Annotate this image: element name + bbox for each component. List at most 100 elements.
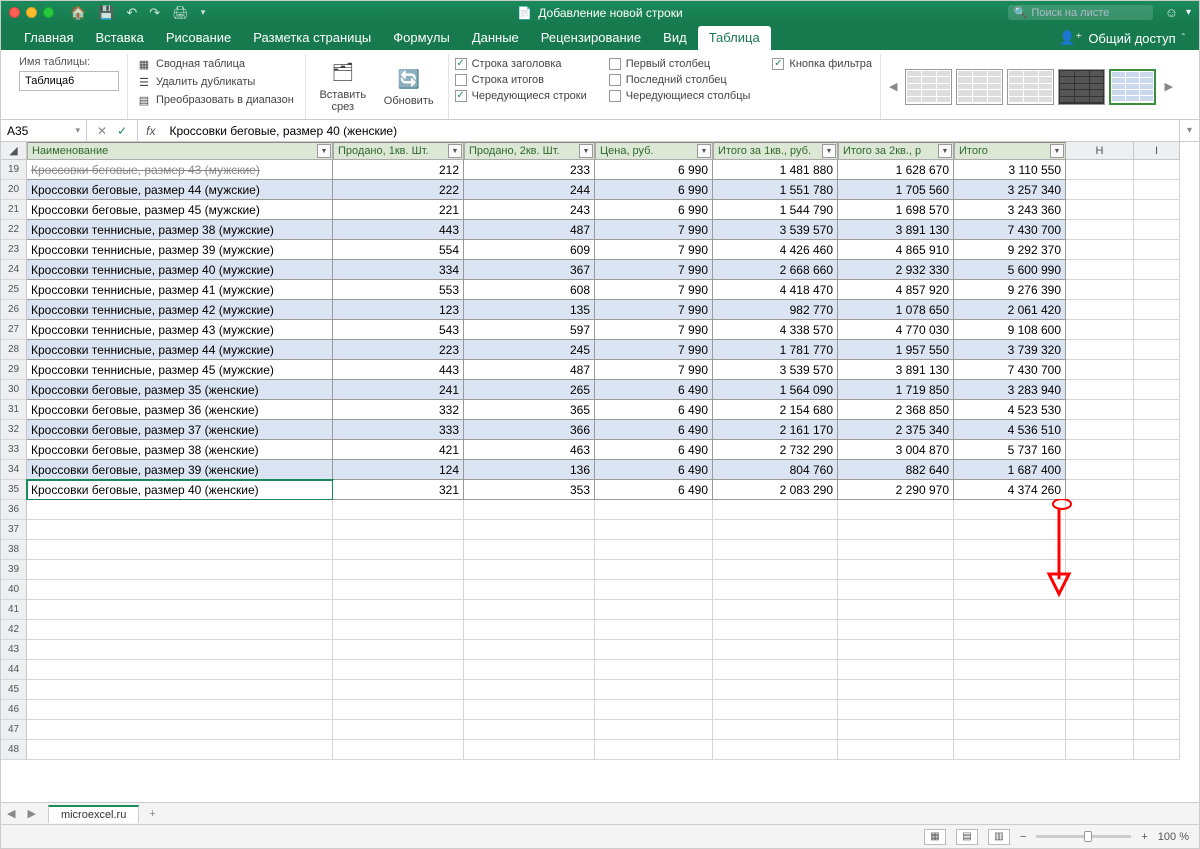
empty-cell[interactable]	[27, 740, 333, 760]
row-header[interactable]: 46	[1, 700, 27, 720]
empty-cell[interactable]	[464, 620, 595, 640]
row-header[interactable]: 36	[1, 500, 27, 520]
table-cell[interactable]: 7 990	[595, 300, 713, 320]
table-cell[interactable]: Кроссовки беговые, размер 38 (женские)	[27, 440, 333, 460]
table-cell[interactable]: Кроссовки теннисные, размер 39 (мужские)	[27, 240, 333, 260]
empty-cell[interactable]	[27, 720, 333, 740]
empty-cell[interactable]	[27, 640, 333, 660]
empty-cell[interactable]	[595, 560, 713, 580]
table-cell[interactable]: 2 375 340	[838, 420, 954, 440]
empty-cell[interactable]	[333, 580, 464, 600]
empty-cell[interactable]	[1066, 500, 1134, 520]
table-cell[interactable]: 443	[333, 360, 464, 380]
minimize-window-button[interactable]	[26, 7, 37, 18]
row-header[interactable]: 47	[1, 720, 27, 740]
table-cell[interactable]: 3 243 360	[954, 200, 1066, 220]
header-row-checkbox[interactable]: ✓Строка заголовка	[455, 57, 587, 71]
filter-button[interactable]: ▼	[697, 144, 711, 158]
banded-cols-checkbox[interactable]: Чередующиеся столбцы	[609, 89, 751, 103]
table-cell[interactable]: 487	[464, 360, 595, 380]
table-header-3[interactable]: Цена, руб.▼	[595, 142, 713, 160]
print-icon[interactable]: 🖨	[172, 5, 189, 21]
row-header[interactable]: 45	[1, 680, 27, 700]
table-cell[interactable]: 4 536 510	[954, 420, 1066, 440]
redo-icon[interactable]: ↷	[149, 5, 160, 21]
empty-cell[interactable]	[333, 600, 464, 620]
empty-cell[interactable]	[1066, 560, 1134, 580]
table-cell[interactable]: 4 857 920	[838, 280, 954, 300]
empty-cell[interactable]	[464, 680, 595, 700]
table-cell[interactable]: 7 990	[595, 340, 713, 360]
empty-cell[interactable]	[1134, 240, 1180, 260]
row-header[interactable]: 24	[1, 260, 27, 280]
tab-review[interactable]: Рецензирование	[530, 26, 652, 50]
empty-cell[interactable]	[1066, 300, 1134, 320]
row-header[interactable]: 43	[1, 640, 27, 660]
empty-cell[interactable]	[464, 720, 595, 740]
empty-cell[interactable]	[1134, 360, 1180, 380]
row-header[interactable]: 35	[1, 480, 27, 500]
table-cell[interactable]: 4 338 570	[713, 320, 838, 340]
empty-cell[interactable]	[954, 640, 1066, 660]
empty-cell[interactable]	[333, 660, 464, 680]
table-cell[interactable]: 608	[464, 280, 595, 300]
table-cell[interactable]: 333	[333, 420, 464, 440]
table-cell[interactable]: 7 990	[595, 240, 713, 260]
empty-cell[interactable]	[954, 720, 1066, 740]
empty-cell[interactable]	[1134, 600, 1180, 620]
table-cell[interactable]: 353	[464, 480, 595, 500]
filter-button[interactable]: ▼	[579, 144, 593, 158]
empty-cell[interactable]	[1134, 300, 1180, 320]
empty-cell[interactable]	[713, 580, 838, 600]
empty-cell[interactable]	[333, 640, 464, 660]
table-cell[interactable]: 3 539 570	[713, 360, 838, 380]
table-cell[interactable]: Кроссовки теннисные, размер 44 (мужские)	[27, 340, 333, 360]
empty-cell[interactable]	[954, 740, 1066, 760]
refresh-button[interactable]: 🔄 Обновить	[378, 56, 440, 117]
row-header[interactable]: 39	[1, 560, 27, 580]
table-cell[interactable]: 7 430 700	[954, 360, 1066, 380]
confirm-formula-icon[interactable]: ✓	[117, 124, 127, 138]
table-cell[interactable]: 1 957 550	[838, 340, 954, 360]
table-cell[interactable]: Кроссовки беговые, размер 35 (женские)	[27, 380, 333, 400]
save-icon[interactable]: 💾	[98, 5, 114, 21]
empty-cell[interactable]	[838, 620, 954, 640]
table-cell[interactable]: 9 292 370	[954, 240, 1066, 260]
table-cell[interactable]: 123	[333, 300, 464, 320]
insert-slicer-button[interactable]: 🗂 Вставить срез	[312, 56, 374, 117]
empty-cell[interactable]	[595, 680, 713, 700]
empty-cell[interactable]	[1134, 260, 1180, 280]
empty-cell[interactable]	[1066, 740, 1134, 760]
empty-cell[interactable]	[333, 520, 464, 540]
empty-cell[interactable]	[1134, 460, 1180, 480]
table-cell[interactable]: 4 374 260	[954, 480, 1066, 500]
empty-cell[interactable]	[954, 560, 1066, 580]
table-cell[interactable]: 7 430 700	[954, 220, 1066, 240]
tab-home[interactable]: Главная	[13, 26, 84, 50]
table-cell[interactable]: Кроссовки теннисные, размер 40 (мужские)	[27, 260, 333, 280]
table-cell[interactable]: 3 110 550	[954, 160, 1066, 180]
table-cell[interactable]: 3 739 320	[954, 340, 1066, 360]
row-header[interactable]: 27	[1, 320, 27, 340]
empty-cell[interactable]	[1066, 240, 1134, 260]
pivot-table-button[interactable]: ▦Сводная таблица	[134, 56, 297, 72]
table-cell[interactable]: 222	[333, 180, 464, 200]
zoom-in-button[interactable]: +	[1141, 831, 1147, 843]
empty-cell[interactable]	[1134, 160, 1180, 180]
qa-more-icon[interactable]: ▾	[201, 7, 206, 18]
empty-cell[interactable]	[1134, 220, 1180, 240]
table-cell[interactable]: 7 990	[595, 320, 713, 340]
table-cell[interactable]: 7 990	[595, 220, 713, 240]
row-header[interactable]: 42	[1, 620, 27, 640]
empty-cell[interactable]	[595, 580, 713, 600]
table-header-name[interactable]: Наименование▼	[27, 142, 333, 160]
table-cell[interactable]: 366	[464, 420, 595, 440]
empty-cell[interactable]	[1066, 260, 1134, 280]
empty-cell[interactable]	[713, 680, 838, 700]
empty-cell[interactable]	[1134, 540, 1180, 560]
table-cell[interactable]: 2 154 680	[713, 400, 838, 420]
table-cell[interactable]: 1 481 880	[713, 160, 838, 180]
table-cell[interactable]: 9 276 390	[954, 280, 1066, 300]
row-header[interactable]: 34	[1, 460, 27, 480]
empty-cell[interactable]	[1134, 720, 1180, 740]
